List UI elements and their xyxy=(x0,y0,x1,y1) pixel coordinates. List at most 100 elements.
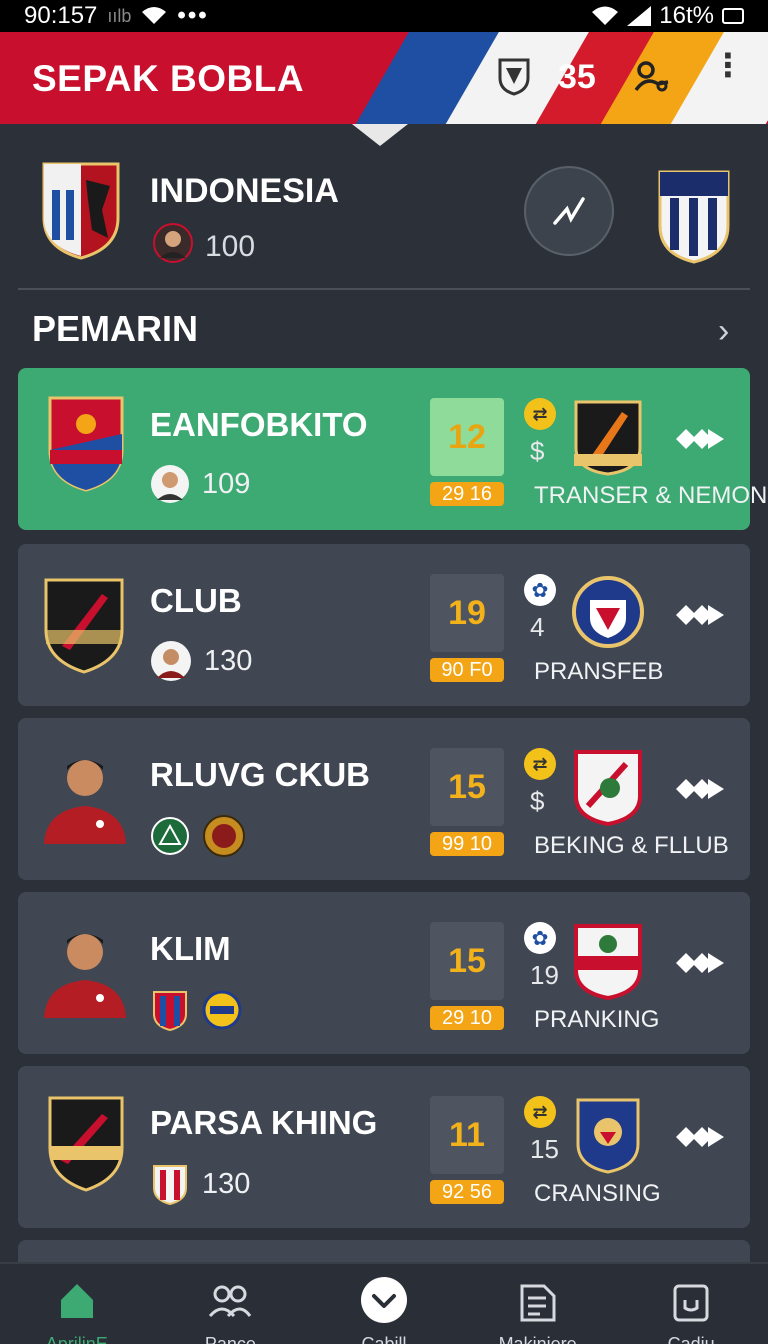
card-stat: 19 xyxy=(530,960,559,990)
card-name: CLUB xyxy=(150,582,242,619)
gear-icon: ✿ xyxy=(524,574,556,606)
club-logo-icon xyxy=(153,1165,187,1206)
card-rating: 15 xyxy=(430,922,504,1000)
player-avatar-icon xyxy=(151,641,191,681)
wifi-icon xyxy=(592,6,619,25)
app-title: SEPAK BOBLA xyxy=(32,58,305,99)
nav-item-cadiu[interactable]: Cadiu xyxy=(614,1264,768,1344)
club-badge-icon xyxy=(570,1096,646,1174)
indonesia-crest-icon xyxy=(40,160,122,260)
battery-text: 16t% xyxy=(659,2,714,29)
club-badge-icon xyxy=(570,574,646,652)
status-bar: 90:157 ıılb ••• 16t% xyxy=(0,0,768,32)
forward-arrows-icon[interactable] xyxy=(674,1122,730,1152)
card-name: KLIM xyxy=(150,930,231,967)
forward-arrows-icon[interactable] xyxy=(674,774,730,804)
chevron-right-icon[interactable]: › xyxy=(718,312,729,351)
player-avatar-icon xyxy=(151,465,189,503)
player-card[interactable]: PARSA KHING 130 11 92 56 ⇄ 15 CRANSING xyxy=(18,1066,750,1228)
team-score: 100 xyxy=(205,230,256,263)
status-dots: ••• xyxy=(177,2,209,29)
transfer-icon: ⇄ xyxy=(524,1096,556,1128)
card-name: RLUVG CKUB xyxy=(150,756,370,793)
home-icon xyxy=(60,1284,93,1318)
card-value: 130 xyxy=(204,644,253,677)
club-badge-icon xyxy=(570,398,646,476)
club-logo-icon xyxy=(151,817,189,855)
header-count: 35 xyxy=(558,58,596,96)
card-tag: 29 10 xyxy=(430,1006,504,1030)
nav-label: Makinjere xyxy=(498,1334,577,1344)
document-icon xyxy=(520,1284,556,1322)
club-badge-icon xyxy=(570,748,646,827)
nav-item-home[interactable]: AprilinE xyxy=(0,1264,154,1344)
nav-item-cabill[interactable]: Cabill xyxy=(307,1264,461,1344)
card-rating: 12 xyxy=(430,398,504,476)
signal-text: ıılb xyxy=(107,5,132,26)
transfer-icon: ⇄ xyxy=(524,398,556,430)
divider xyxy=(18,288,750,290)
slash-icon xyxy=(553,197,585,225)
card-label: CRANSING xyxy=(534,1180,661,1207)
card-rating: 19 xyxy=(430,574,504,652)
users-icon xyxy=(209,1285,252,1318)
wifi-icon xyxy=(142,7,167,24)
chevron-circle-icon xyxy=(360,1277,407,1323)
nav-label: AprilinE xyxy=(45,1334,108,1344)
nav-label: Pance xyxy=(204,1334,256,1344)
card-stat: 4 xyxy=(530,612,545,642)
whistle-icon[interactable] xyxy=(630,54,674,98)
card-label: BEKING & FLLUB xyxy=(534,832,729,859)
player-card[interactable]: KLIM 15 29 10 ✿ 19 PRANKING xyxy=(18,892,750,1054)
transfer-icon: ⇄ xyxy=(524,748,556,780)
gear-icon: ✿ xyxy=(524,922,556,954)
header-notch xyxy=(352,124,408,146)
card-label: PRANKING xyxy=(534,1006,660,1033)
club-crest-icon xyxy=(40,566,132,682)
player-card[interactable]: RLUVG CKUB 15 99 10 ⇄ $ BEKING & FLLUB xyxy=(18,718,750,880)
bottom-nav: AprilinE Pance Cabill Makinjere Cadiu xyxy=(0,1262,768,1344)
player-photo-icon xyxy=(40,914,132,1030)
player-card[interactable]: EANFOBKITO 109 12 29 16 ⇄ $ TRANSER & NE… xyxy=(18,368,768,530)
nav-label: Cadiu xyxy=(667,1334,715,1344)
card-stat: $ xyxy=(530,436,545,466)
card-stat: 15 xyxy=(530,1134,559,1164)
card-value: 130 xyxy=(202,1167,251,1200)
nav-label: Cabill xyxy=(361,1334,407,1344)
card-label: TRANSER & NEMONG xyxy=(534,482,768,509)
club-logo-icon xyxy=(153,991,187,1032)
card-stat: $ xyxy=(530,786,545,816)
compare-button[interactable] xyxy=(524,166,614,256)
forward-arrows-icon[interactable] xyxy=(674,600,730,630)
opponent-crest-icon xyxy=(656,168,732,264)
forward-arrows-icon[interactable] xyxy=(674,424,730,454)
match-summary[interactable]: INDONESIA 100 xyxy=(0,150,768,280)
nav-item-pance[interactable]: Pance xyxy=(154,1264,308,1344)
more-menu-icon[interactable]: ⋮ xyxy=(712,49,744,81)
player-card[interactable]: CLUB 130 19 90 F0 ✿ 4 PRANSFEB xyxy=(18,544,750,706)
card-label: PRANSFEB xyxy=(534,658,664,685)
card-rating: 11 xyxy=(430,1096,504,1174)
card-tag: 29 16 xyxy=(430,482,504,506)
card-name: EANFOBKITO xyxy=(150,406,368,443)
forward-arrows-icon[interactable] xyxy=(674,948,730,978)
card-tag: 99 10 xyxy=(430,832,504,856)
card-tag: 92 56 xyxy=(430,1180,504,1204)
club-logo-icon xyxy=(202,990,242,1030)
club-crest-icon xyxy=(40,1088,132,1204)
shield-icon[interactable] xyxy=(492,54,536,98)
signal-icon xyxy=(627,6,652,26)
section-title: PEMARIN xyxy=(32,308,199,349)
card-name: PARSA KHING xyxy=(150,1104,378,1141)
battery-icon xyxy=(722,8,744,24)
club-logo-icon xyxy=(203,815,245,857)
card-tag: 90 F0 xyxy=(430,658,504,682)
app-header: SEPAK BOBLA 35 ⋮ xyxy=(0,32,768,124)
club-crest-icon xyxy=(40,390,132,506)
player-photo-icon xyxy=(40,740,132,856)
team-name: INDONESIA xyxy=(150,172,339,210)
nav-item-makinjere[interactable]: Makinjere xyxy=(461,1264,615,1344)
card-rating: 15 xyxy=(430,748,504,826)
clipboard-icon xyxy=(673,1284,709,1322)
club-badge-icon xyxy=(570,922,646,1001)
